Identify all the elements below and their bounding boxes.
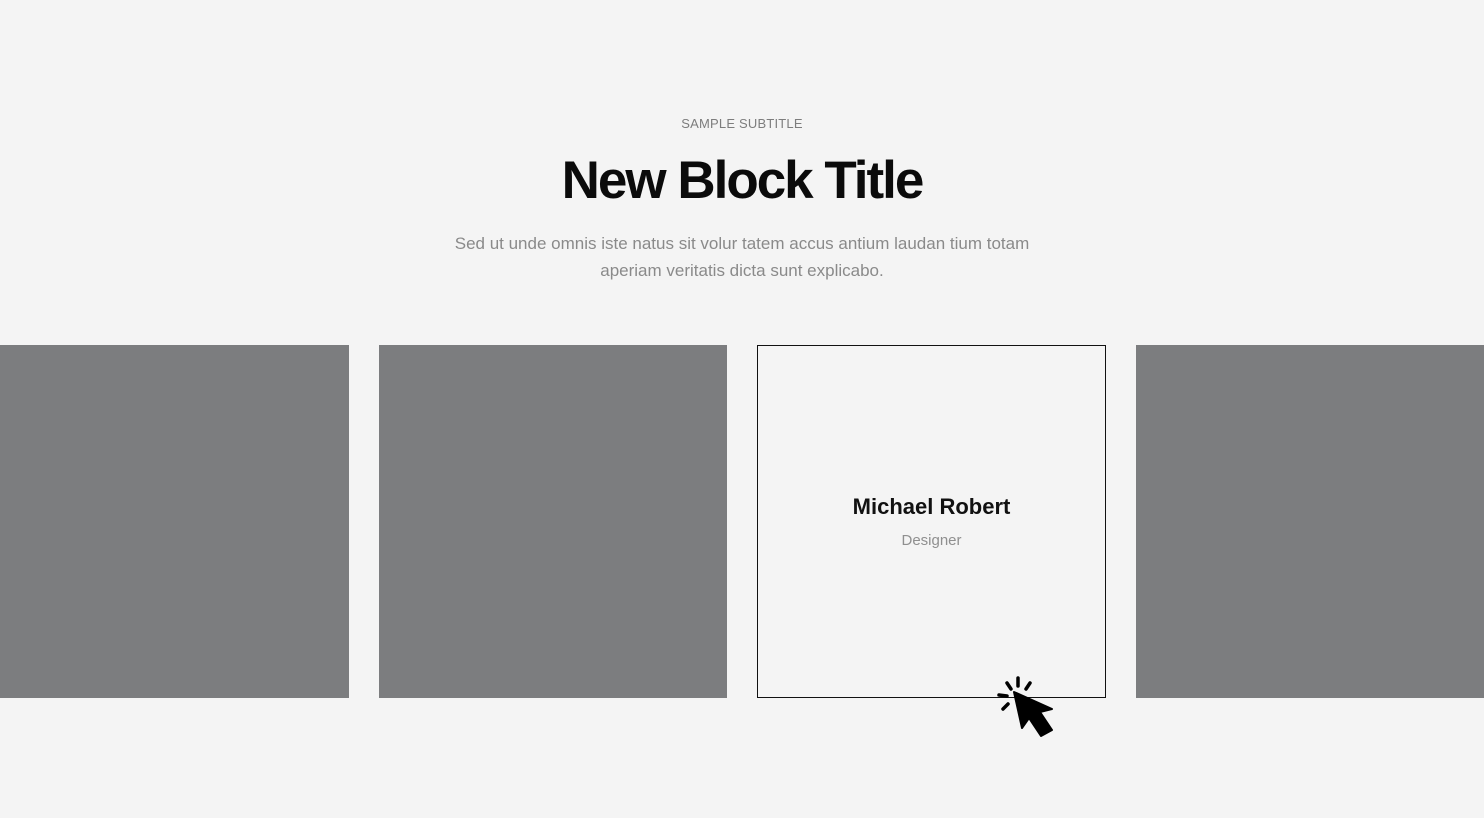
section-title: New Block Title [561, 151, 925, 210]
member-role: Designer [901, 532, 962, 549]
team-card-image-placeholder[interactable] [1136, 345, 1484, 698]
section-description: Sed ut unde omnis iste natus sit volur t… [454, 234, 1030, 280]
team-card-active[interactable]: Michael Robert Designer [757, 345, 1106, 698]
click-cursor-icon [997, 676, 1053, 737]
team-cards: Michael Robert Designer [0, 345, 1484, 698]
team-card-image-placeholder[interactable] [0, 345, 349, 698]
member-name: Michael Robert [852, 494, 1011, 519]
section-subtitle: SAMPLE SUBTITLE [681, 116, 803, 131]
team-card-image-placeholder[interactable] [379, 345, 727, 698]
